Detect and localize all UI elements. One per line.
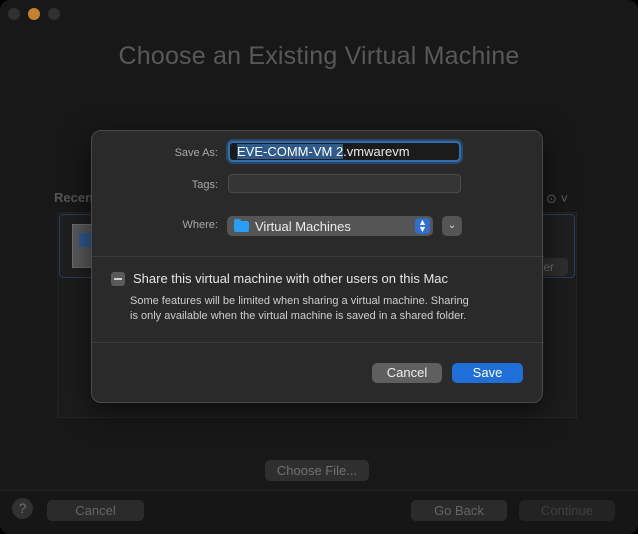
divider <box>92 342 544 343</box>
cancel-button[interactable]: Cancel <box>372 363 442 383</box>
save-as-selected-text: EVE-COMM-VM 2 <box>237 144 344 159</box>
where-value: Virtual Machines <box>255 218 351 234</box>
save-as-label: Save As: <box>174 147 218 159</box>
share-description: Some features will be limited when shari… <box>130 295 469 322</box>
save-as-suffix: .vmwarevm <box>343 144 410 159</box>
where-label: Where: <box>182 219 218 231</box>
vmware-window: Choose an Existing Virtual Machine Recen… <box>0 0 638 534</box>
expand-chevron-down-icon[interactable]: ⌄ <box>442 216 462 236</box>
save-as-input[interactable]: EVE-COMM-VM 2.vmwarevm <box>228 141 461 162</box>
save-sheet: Save As: EVE-COMM-VM 2.vmwarevm Tags: Wh… <box>91 130 544 403</box>
share-checkbox-label[interactable]: Share this virtual machine with other us… <box>133 271 448 286</box>
tags-label: Tags: <box>191 179 218 191</box>
tags-input[interactable] <box>228 174 461 193</box>
save-button[interactable]: Save <box>452 363 523 383</box>
divider <box>92 256 544 257</box>
chevron-up-down-icon: ▲ ▼ <box>415 218 430 234</box>
where-popup-button[interactable]: Virtual Machines ▲ ▼ <box>227 216 433 236</box>
folder-icon <box>234 218 249 232</box>
share-checkbox[interactable] <box>111 272 125 286</box>
